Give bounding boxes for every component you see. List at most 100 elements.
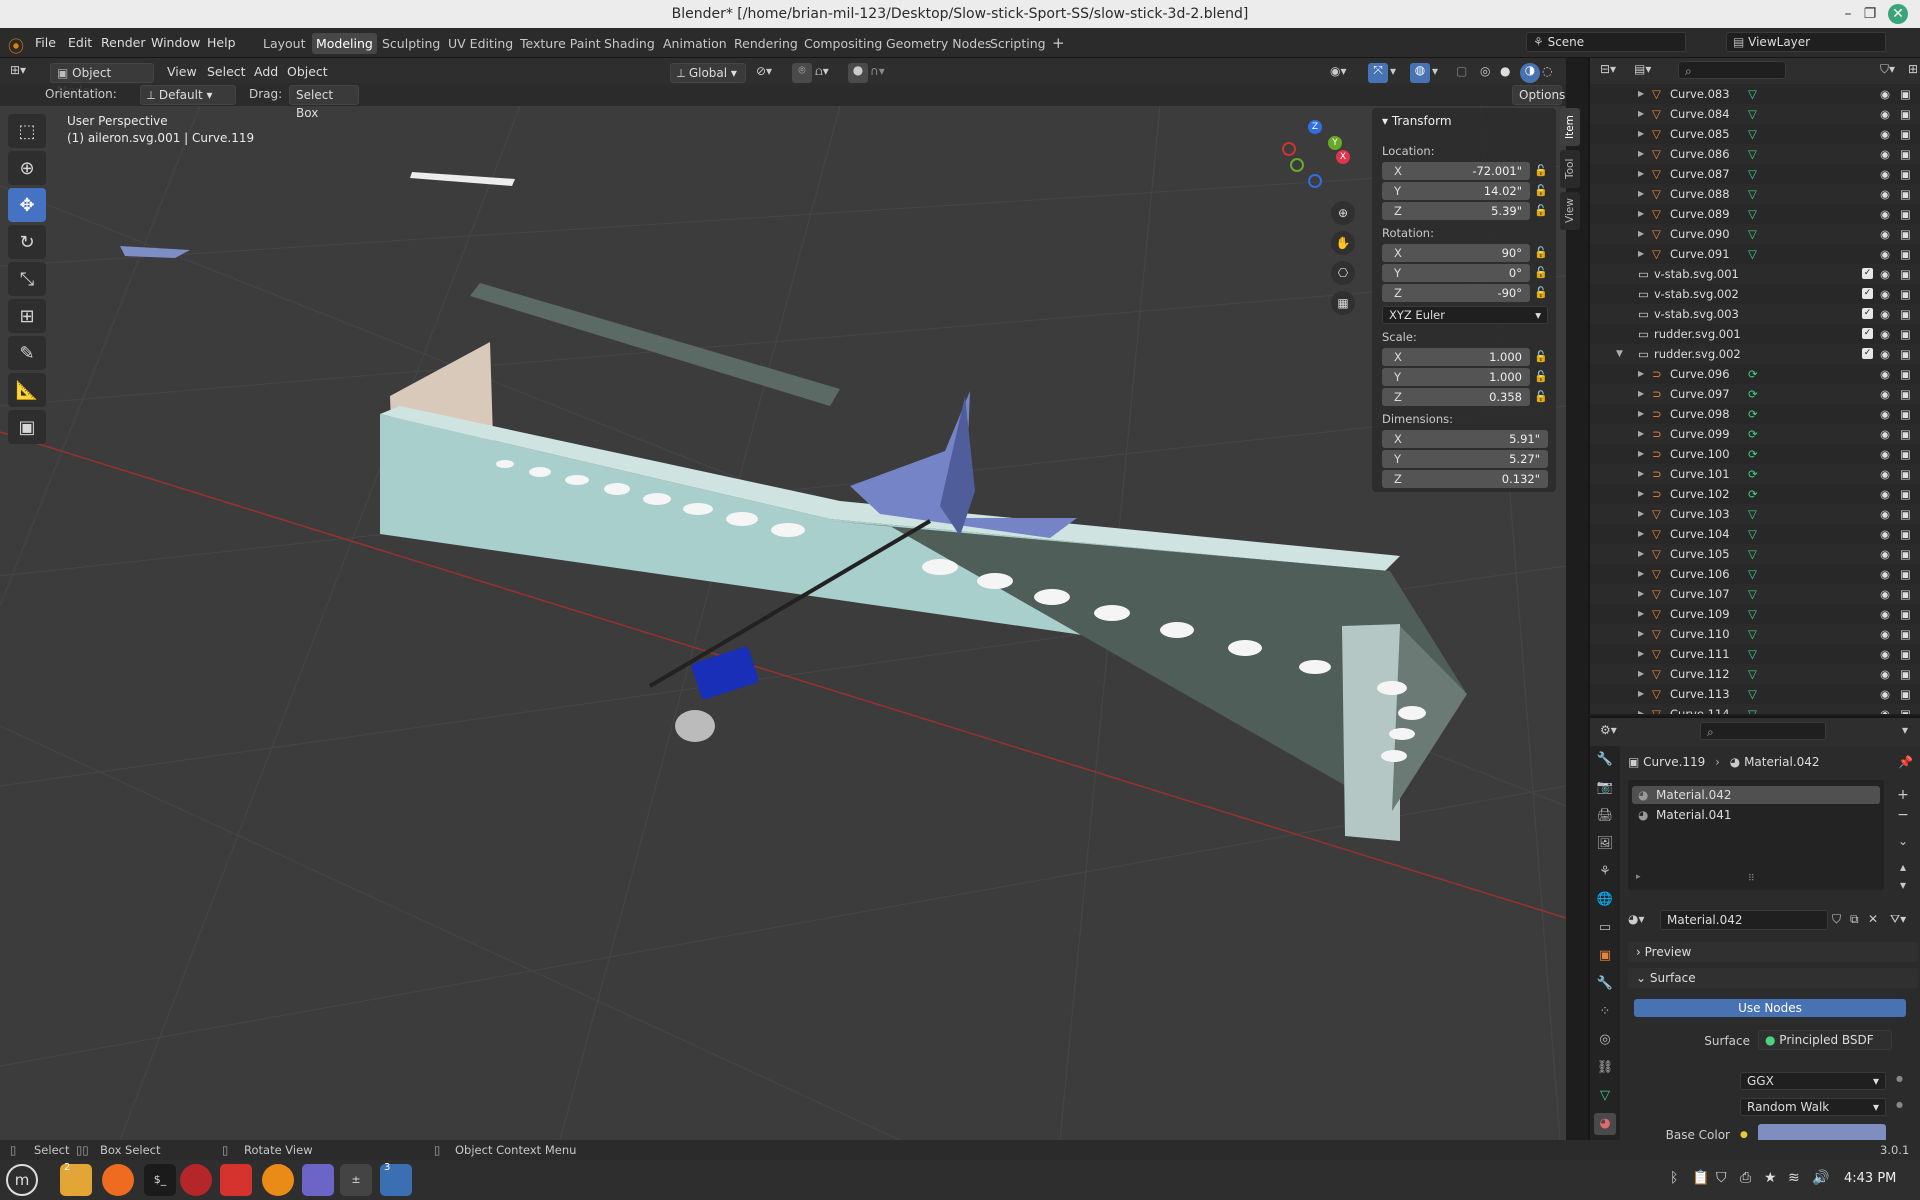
modifiers-tab-icon[interactable]: 🔧 xyxy=(1594,973,1616,995)
camera-render-icon[interactable]: ▣ xyxy=(1900,224,1911,244)
outliner-row[interactable]: ▼ ▭ rudder.svg.002 ✓ ◉ ▣ xyxy=(1590,344,1920,364)
expand-arrow-icon[interactable]: ▶ xyxy=(1638,664,1644,684)
eye-icon[interactable]: ◉ xyxy=(1880,144,1890,164)
eye-icon[interactable]: ◉ xyxy=(1880,84,1890,104)
snap-target-icon[interactable]: ⩍▾ xyxy=(815,64,843,82)
object-tab-icon[interactable]: ▣ xyxy=(1594,945,1616,967)
expand-arrow-icon[interactable]: ▶ xyxy=(1638,464,1644,484)
expand-arrow-icon[interactable]: ▶ xyxy=(1638,204,1644,224)
tab-compositing[interactable]: Compositing xyxy=(800,33,886,54)
rotation-x-field[interactable]: X 90° xyxy=(1382,244,1530,262)
transform-panel-header[interactable]: ▾ Transform xyxy=(1382,114,1452,128)
pin-icon[interactable]: 📌 xyxy=(1898,752,1913,772)
tool-tab-icon[interactable]: 🔧 xyxy=(1594,749,1616,771)
outliner-row[interactable]: ▶ ▽ Curve.105 ▽ ◉ ▣ xyxy=(1590,544,1920,564)
link-data-icon[interactable]: ⛛▾ xyxy=(1890,912,1918,927)
keyframe-dot-icon[interactable]: ● xyxy=(1896,1074,1903,1083)
lock-icon[interactable]: 🔓 xyxy=(1534,286,1548,299)
camera-render-icon[interactable]: ▣ xyxy=(1900,384,1911,404)
mesh-data-icon[interactable]: ▽ xyxy=(1748,684,1757,704)
expand-arrow-icon[interactable]: ▶ xyxy=(1638,444,1644,464)
eye-icon[interactable]: ◉ xyxy=(1880,444,1890,464)
lock-icon[interactable]: 🔓 xyxy=(1534,370,1548,383)
camera-render-icon[interactable]: ▣ xyxy=(1900,684,1911,704)
outliner-row[interactable]: ▶ ▽ Curve.089 ▽ ◉ ▣ xyxy=(1590,204,1920,224)
sidebar-tab-item[interactable]: Item xyxy=(1560,108,1580,146)
camera-render-icon[interactable]: ▣ xyxy=(1900,484,1911,504)
move-slot-up-icon[interactable]: ▴ xyxy=(1894,858,1912,876)
text-editor-icon[interactable] xyxy=(302,1164,334,1196)
camera-view-icon[interactable]: ⎔ xyxy=(1331,261,1355,285)
remove-slot-icon[interactable]: − xyxy=(1894,806,1912,824)
mesh-data-icon[interactable]: ▽ xyxy=(1748,124,1757,144)
camera-render-icon[interactable]: ▣ xyxy=(1900,204,1911,224)
surface-shader-field[interactable]: ● Principled BSDF xyxy=(1758,1030,1892,1050)
outliner-row[interactable]: ▶ ▽ Curve.091 ▽ ◉ ▣ xyxy=(1590,244,1920,264)
expand-list-icon[interactable]: ▸ xyxy=(1636,872,1641,882)
mesh-data-icon[interactable]: ▽ xyxy=(1748,604,1757,624)
blender-logo-icon[interactable]: ⦿ xyxy=(8,33,30,56)
curve-data-icon[interactable]: ⟳ xyxy=(1748,404,1758,424)
location-x-field[interactable]: X -72.001" xyxy=(1382,162,1530,180)
rotation-mode-dropdown[interactable]: XYZ Euler ▾ xyxy=(1382,306,1548,324)
mode-dropdown[interactable]: ▣ Object Mode ▾ xyxy=(50,63,154,98)
eye-icon[interactable]: ◉ xyxy=(1880,124,1890,144)
outliner-row[interactable]: ▶ ▽ Curve.110 ▽ ◉ ▣ xyxy=(1590,624,1920,644)
eye-icon[interactable]: ◉ xyxy=(1880,404,1890,424)
browse-material-icon[interactable]: ◕▾ xyxy=(1628,912,1658,926)
xray-icon[interactable]: ▢ xyxy=(1456,64,1474,82)
expand-arrow-icon[interactable]: ▶ xyxy=(1638,644,1644,664)
outliner-row[interactable]: ▶ ▽ Curve.107 ▽ ◉ ▣ xyxy=(1590,584,1920,604)
perspective-grid-icon[interactable]: ▦ xyxy=(1331,291,1355,315)
scale-y-field[interactable]: Y 1.000 xyxy=(1382,368,1530,386)
eye-icon[interactable]: ◉ xyxy=(1880,384,1890,404)
camera-render-icon[interactable]: ▣ xyxy=(1900,664,1911,684)
gizmo-dropdown-icon[interactable]: ▾ xyxy=(1390,64,1404,82)
distribution-dropdown[interactable]: GGX ▾ xyxy=(1740,1072,1886,1090)
tab-sculpting[interactable]: Sculpting xyxy=(378,33,444,54)
mesh-data-icon[interactable]: ▽ xyxy=(1748,544,1757,564)
outliner-row[interactable]: ▭ v-stab.svg.001 ✓ ◉ ▣ xyxy=(1590,264,1920,284)
curve-data-icon[interactable]: ⟳ xyxy=(1748,444,1758,464)
outliner-row[interactable]: ▶ ▽ Curve.084 ▽ ◉ ▣ xyxy=(1590,104,1920,124)
expand-arrow-icon[interactable]: ▶ xyxy=(1638,524,1644,544)
tab-modeling[interactable]: Modeling xyxy=(312,33,377,54)
falloff-icon[interactable]: ∩▾ xyxy=(870,64,896,82)
clipboard-icon[interactable]: 📋 xyxy=(1692,1170,1709,1186)
outliner-row[interactable]: ▶ ▽ Curve.109 ▽ ◉ ▣ xyxy=(1590,604,1920,624)
mesh-data-icon[interactable]: ▽ xyxy=(1748,244,1757,264)
app-red-icon[interactable] xyxy=(180,1164,212,1196)
tab-animation[interactable]: Animation xyxy=(659,33,731,54)
scale-tool-icon[interactable]: ⤡ xyxy=(8,262,46,296)
properties-options-icon[interactable]: ▾ xyxy=(1902,723,1908,737)
expand-arrow-icon[interactable]: ▶ xyxy=(1638,684,1644,704)
mesh-data-icon[interactable]: ▽ xyxy=(1748,564,1757,584)
tab-uv-editing[interactable]: UV Editing xyxy=(444,33,517,54)
data-tab-icon[interactable]: ▽ xyxy=(1594,1085,1616,1107)
start-menu-icon[interactable]: m xyxy=(6,1164,38,1196)
move-slot-down-icon[interactable]: ▾ xyxy=(1894,876,1912,894)
tab-shading[interactable]: Shading xyxy=(600,33,659,54)
eye-icon[interactable]: ◉ xyxy=(1880,544,1890,564)
lock-icon[interactable]: 🔓 xyxy=(1534,266,1548,279)
drag-dropdown[interactable]: Select Box xyxy=(289,85,359,120)
bluetooth-icon[interactable]: ᛒ xyxy=(1670,1170,1678,1186)
outliner-row[interactable]: ▶ ▽ Curve.088 ▽ ◉ ▣ xyxy=(1590,184,1920,204)
mesh-data-icon[interactable]: ▽ xyxy=(1748,224,1757,244)
resize-handle-icon[interactable]: ⠿ xyxy=(1748,874,1755,884)
mesh-data-icon[interactable]: ▽ xyxy=(1748,524,1757,544)
snap-icon[interactable]: ⌾ xyxy=(792,63,812,83)
camera-render-icon[interactable]: ▣ xyxy=(1900,464,1911,484)
material-tab-icon[interactable]: ◕ xyxy=(1594,1113,1616,1135)
eye-icon[interactable]: ◉ xyxy=(1880,224,1890,244)
lock-icon[interactable]: 🔓 xyxy=(1534,350,1548,363)
rotation-y-field[interactable]: Y 0° xyxy=(1382,264,1530,282)
gizmo-toggle-icon[interactable]: ⤧ xyxy=(1368,63,1388,83)
expand-arrow-icon[interactable]: ▶ xyxy=(1638,424,1644,444)
sidebar-tab-tool[interactable]: Tool xyxy=(1560,150,1580,188)
material-shading-icon[interactable]: ◑ xyxy=(1520,63,1540,83)
sidebar-tab-view[interactable]: View xyxy=(1560,192,1580,230)
scene-selector[interactable]: ⚘ Scene xyxy=(1526,32,1686,52)
camera-render-icon[interactable]: ▣ xyxy=(1900,504,1911,524)
camera-render-icon[interactable]: ▣ xyxy=(1900,704,1911,714)
